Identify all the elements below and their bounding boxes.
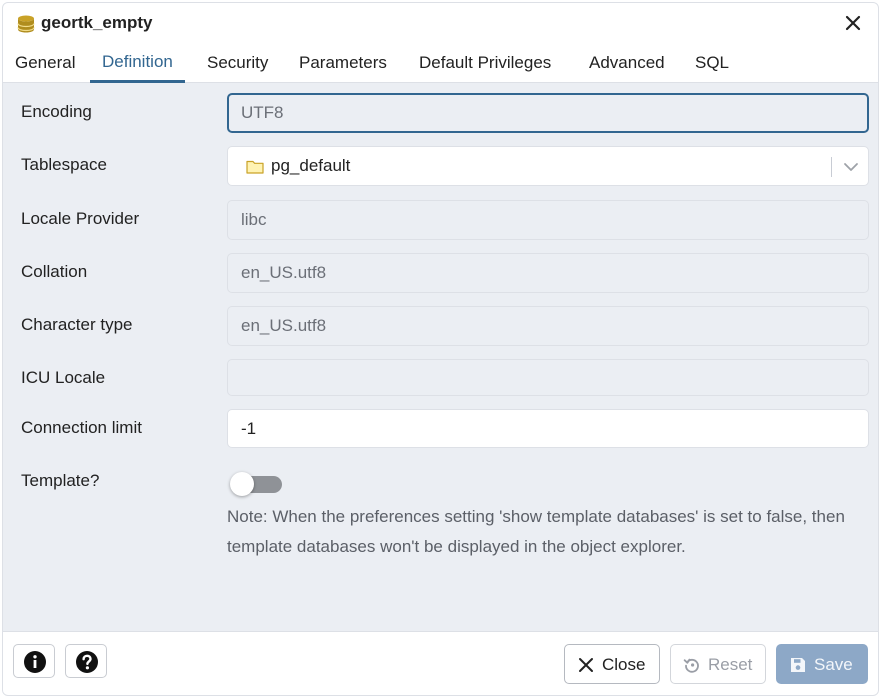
save-icon — [791, 658, 805, 672]
dialog-title: geortk_empty — [41, 13, 153, 32]
close-button[interactable]: Close — [564, 644, 660, 684]
encoding-label: Encoding — [21, 102, 92, 121]
tab-bar: General Definition Security Parameters D… — [3, 43, 878, 83]
dialog-footer: Close Reset Save — [3, 631, 878, 695]
tab-default-privileges[interactable]: Default Privileges — [407, 43, 563, 83]
template-note: Note: When the preferences setting 'show… — [227, 507, 845, 556]
encoding-field[interactable]: UTF8 — [227, 93, 869, 133]
icu-locale-field — [227, 359, 869, 396]
connection-limit-label: Connection limit — [21, 418, 142, 437]
reset-button[interactable]: Reset — [670, 644, 766, 684]
template-label: Template? — [21, 471, 100, 490]
tab-security[interactable]: Security — [195, 43, 280, 83]
icu-locale-label: ICU Locale — [21, 368, 106, 387]
reset-icon — [683, 658, 699, 673]
tablespace-label: Tablespace — [21, 155, 108, 174]
save-button-label: Save — [814, 655, 853, 674]
character-type-label: Character type — [21, 315, 133, 334]
tab-general[interactable]: General — [3, 43, 87, 83]
character-type-field: en_US.utf8 — [227, 306, 869, 346]
database-icon — [17, 15, 35, 33]
tab-definition[interactable]: Definition — [90, 43, 185, 83]
help-button[interactable] — [65, 644, 107, 678]
tab-sql[interactable]: SQL — [683, 43, 741, 83]
toggle-knob — [230, 472, 254, 496]
collation-label: Collation — [21, 262, 88, 281]
dialog-titlebar: geortk_empty — [3, 3, 878, 43]
info-button[interactable] — [13, 644, 55, 678]
tablespace-value: pg_default — [271, 156, 351, 175]
close-button-label: Close — [602, 655, 646, 674]
tablespace-select[interactable]: pg_default — [227, 146, 869, 186]
help-icon — [76, 651, 98, 673]
close-icon — [579, 658, 593, 672]
chevron-down-icon[interactable] — [843, 159, 859, 175]
folder-icon — [246, 160, 264, 174]
template-toggle[interactable] — [230, 471, 282, 497]
tab-advanced[interactable]: Advanced — [577, 43, 677, 83]
locale-provider-label: Locale Provider — [21, 209, 140, 228]
locale-provider-field: libc — [227, 200, 869, 240]
connection-limit-input[interactable]: -1 — [227, 409, 869, 448]
collation-field: en_US.utf8 — [227, 253, 869, 293]
save-button[interactable]: Save — [776, 644, 868, 684]
info-icon — [24, 651, 46, 673]
tab-parameters[interactable]: Parameters — [287, 43, 399, 83]
reset-button-label: Reset — [708, 655, 753, 674]
database-dialog: geortk_empty General Definition Security… — [2, 2, 879, 696]
select-separator — [831, 157, 832, 177]
close-icon[interactable] — [842, 12, 864, 34]
